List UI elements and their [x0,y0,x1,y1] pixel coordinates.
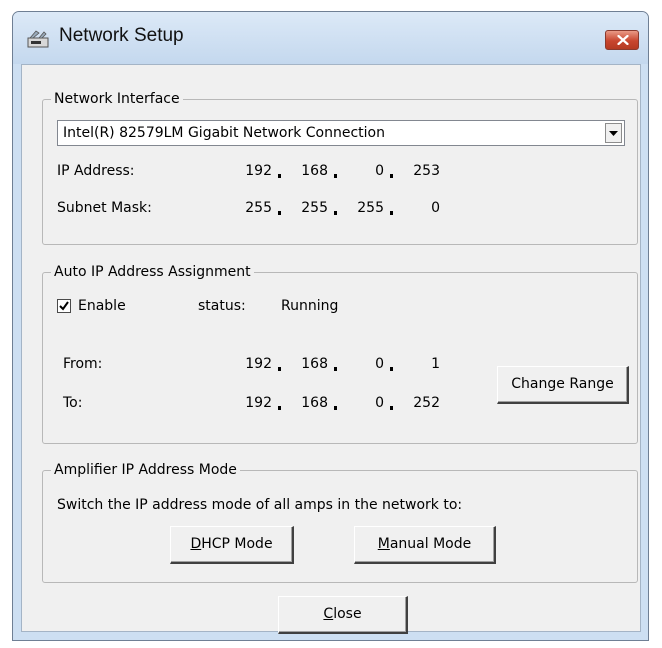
ip-octet: 0 [375,395,384,411]
manual-mode-button[interactable]: Manual Mode [354,526,496,564]
octet-separator [278,367,281,371]
network-adapter-select[interactable]: Intel(R) 82579LM Gigabit Network Connect… [57,120,625,146]
ip-octet: 192 [245,356,272,372]
ip-octet: 252 [413,395,440,411]
ip-octet: 168 [301,356,328,372]
enable-checkbox[interactable] [57,299,71,313]
octet-separator [334,211,337,215]
octet-separator [334,367,337,371]
octet-separator [278,406,281,410]
ip-octet: 0 [375,356,384,372]
octet-separator [390,174,393,178]
mask-octet: 255 [245,200,272,216]
ip-octet: 253 [413,163,440,179]
close-icon [617,35,629,45]
checkmark-icon [59,301,69,311]
manual-mode-label: anual Mode [389,536,472,552]
chevron-down-icon [609,131,618,136]
ip-octet: 168 [301,395,328,411]
octet-separator [390,406,393,410]
auto-ip-group: Auto IP Address Assignment Enable status… [42,263,638,444]
dhcp-mode-button[interactable]: DHCP Mode [170,526,294,564]
octet-separator [278,211,281,215]
change-range-label: Change Range [511,376,614,392]
octet-separator [334,174,337,178]
subnet-mask-label: Subnet Mask: [57,200,152,216]
network-interface-legend: Network Interface [51,90,183,108]
dropdown-button[interactable] [605,123,622,143]
enable-label[interactable]: Enable [78,297,126,315]
subnet-mask-value: 255 255 255 0 [238,199,468,221]
from-label: From: [63,356,103,372]
mask-octet: 255 [357,200,384,216]
to-label: To: [63,395,83,411]
title-bar[interactable]: Network Setup [13,12,648,64]
window-title: Network Setup [59,25,184,46]
ip-octet: 0 [375,163,384,179]
ip-octet: 192 [245,163,272,179]
network-setup-window: Network Setup Network Interface Intel(R)… [12,11,649,641]
dialog-client-area: Network Interface Intel(R) 82579LM Gigab… [21,64,641,634]
dhcp-mode-mnemonic: D [190,536,202,552]
close-mnemonic: C [323,606,334,622]
octet-separator [334,406,337,410]
window-close-button[interactable] [605,30,639,50]
change-range-button[interactable]: Change Range [497,366,629,404]
amplifier-mode-description: Switch the IP address mode of all amps i… [57,497,463,513]
ip-address-label: IP Address: [57,163,135,179]
mask-octet: 0 [431,200,440,216]
ip-address-value: 192 168 0 253 [238,162,468,184]
ip-octet: 1 [431,356,440,372]
ip-octet: 192 [245,395,272,411]
amplifier-mode-legend: Amplifier IP Address Mode [51,461,240,479]
range-from-value: 192 168 0 1 [238,355,468,377]
octet-separator [390,367,393,371]
mask-octet: 255 [301,200,328,216]
network-setup-icon [27,30,49,48]
status-label: status: [198,298,246,314]
dhcp-mode-label: HCP Mode [201,536,273,552]
octet-separator [390,211,393,215]
network-adapter-value: Intel(R) 82579LM Gigabit Network Connect… [63,125,385,141]
octet-separator [278,174,281,178]
close-label: lose [333,606,362,622]
manual-mode-mnemonic: M [377,536,390,552]
close-button[interactable]: Close [278,596,408,634]
network-interface-group: Network Interface Intel(R) 82579LM Gigab… [42,90,638,245]
range-to-value: 192 168 0 252 [238,394,468,416]
amplifier-mode-group: Amplifier IP Address Mode Switch the IP … [42,461,638,583]
ip-octet: 168 [301,163,328,179]
status-value: Running [281,298,339,314]
auto-ip-legend: Auto IP Address Assignment [51,263,254,281]
